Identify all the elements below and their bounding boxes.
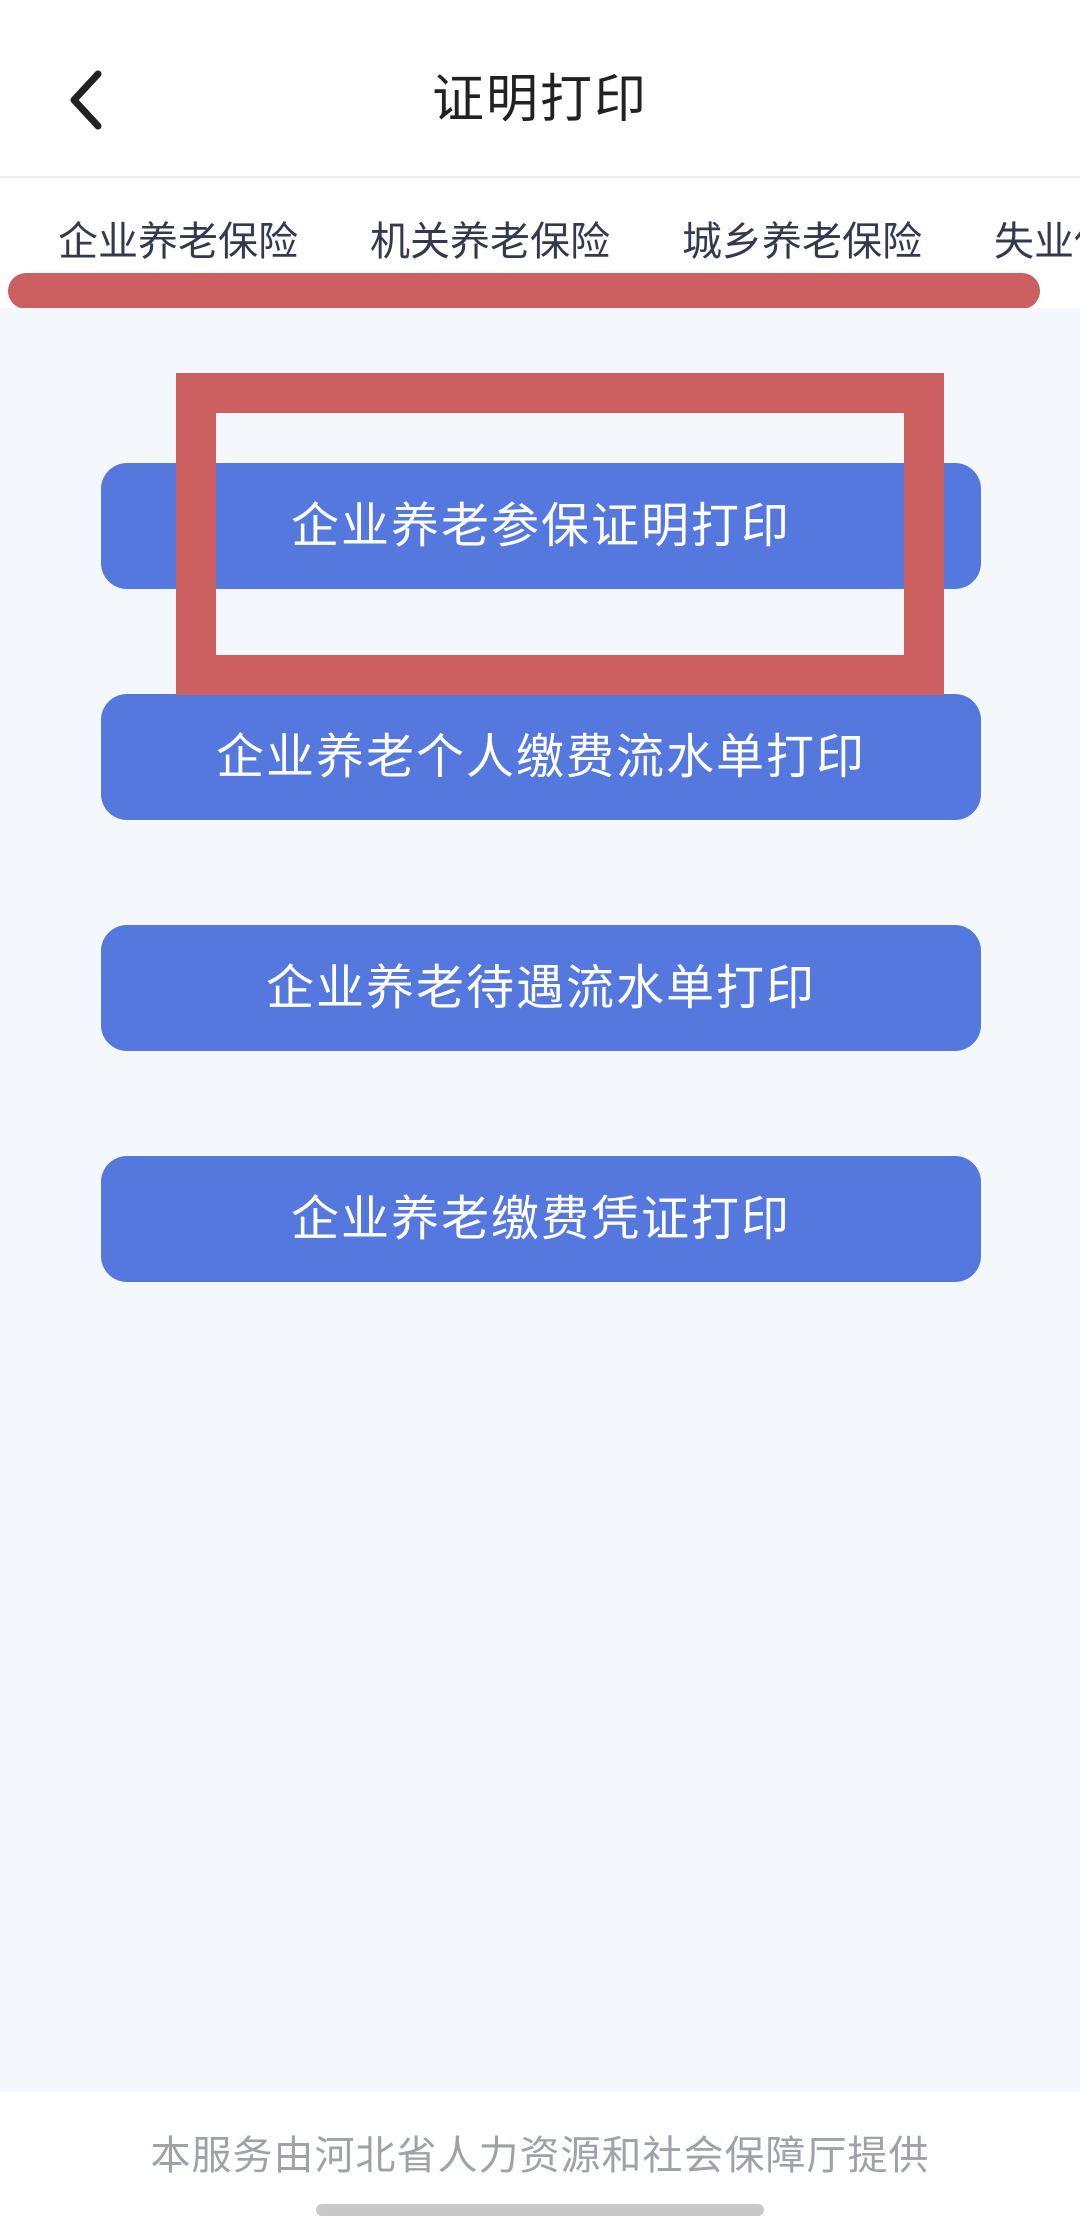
- tab-enterprise-pension[interactable]: 企业养老保险: [58, 212, 298, 272]
- tab-bar: 企业养老保险 机关养老保险 城乡养老保险 失业保险: [0, 178, 1080, 308]
- app-header: 证明打印: [0, 0, 1080, 178]
- enterprise-pension-payment-voucher-print-button[interactable]: 企业养老缴费凭证打印: [101, 1156, 981, 1282]
- footer-provider-text: 本服务由河北省人力资源和社会保障厅提供: [150, 2133, 930, 2179]
- enterprise-pension-certificate-print-button[interactable]: 企业养老参保证明打印: [101, 463, 981, 589]
- footer: 本服务由河北省人力资源和社会保障厅提供: [0, 2092, 1080, 2238]
- home-indicator[interactable]: [316, 2204, 764, 2216]
- tab-urban-rural-pension[interactable]: 城乡养老保险: [682, 212, 922, 272]
- tab-government-pension[interactable]: 机关养老保险: [370, 212, 610, 272]
- enterprise-pension-payment-statement-print-button[interactable]: 企业养老个人缴费流水单打印: [101, 694, 981, 820]
- enterprise-pension-benefit-statement-print-button[interactable]: 企业养老待遇流水单打印: [101, 925, 981, 1051]
- tab-underline-annotation: [8, 273, 1040, 308]
- page-title: 证明打印: [431, 70, 648, 130]
- tab-unemployment-insurance[interactable]: 失业保险: [994, 212, 1080, 272]
